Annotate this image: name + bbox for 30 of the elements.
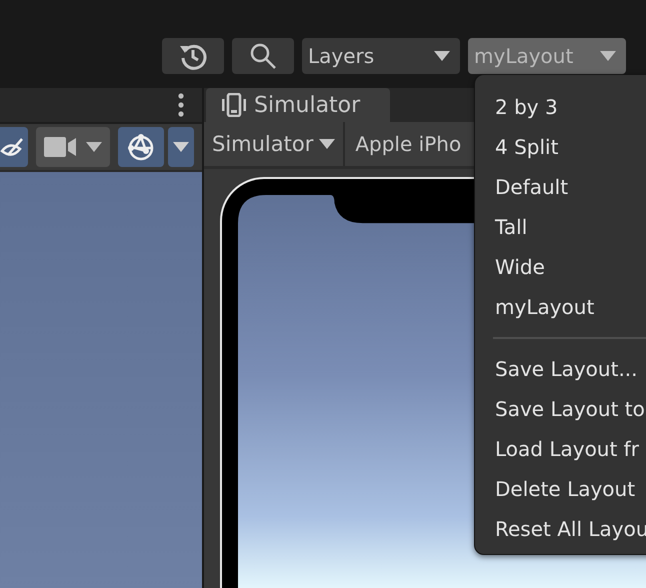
caret-icon — [319, 139, 336, 149]
camera-dropdown[interactable] — [36, 127, 110, 167]
history-icon — [179, 42, 207, 70]
mode-dropdown[interactable]: Simulator — [204, 122, 346, 166]
gizmos-dropdown[interactable] — [168, 127, 194, 167]
caret-icon — [434, 51, 450, 61]
menu-item[interactable]: Tall — [475, 207, 646, 247]
device-dropdown[interactable]: Apple iPho — [345, 122, 470, 166]
visibility-toggle[interactable] — [0, 127, 28, 167]
gizmos-toggle[interactable] — [118, 127, 164, 167]
caret-icon — [86, 142, 102, 152]
search-icon — [249, 42, 277, 70]
menu-item[interactable]: Delete Layout — [475, 469, 646, 509]
video-camera-icon — [44, 135, 78, 159]
caret-icon — [173, 142, 189, 152]
menu-item[interactable]: 2 by 3 — [475, 87, 646, 127]
simulator-tab[interactable]: Simulator — [206, 88, 390, 122]
menu-item[interactable]: Wide — [475, 247, 646, 287]
phone-icon — [222, 93, 246, 117]
search-button[interactable] — [232, 38, 294, 74]
layers-dropdown[interactable]: Layers — [302, 38, 460, 74]
more-options-icon — [178, 93, 184, 117]
history-button[interactable] — [162, 38, 224, 74]
menu-item[interactable]: 4 Split — [475, 127, 646, 167]
menu-item[interactable]: Load Layout fr — [475, 429, 646, 469]
menu-item[interactable]: Save Layout to — [475, 389, 646, 429]
menu-item[interactable]: Save Layout... — [475, 349, 646, 389]
caret-icon — [600, 51, 616, 61]
menu-item[interactable]: myLayout — [475, 287, 646, 327]
menu-item[interactable]: Default — [475, 167, 646, 207]
